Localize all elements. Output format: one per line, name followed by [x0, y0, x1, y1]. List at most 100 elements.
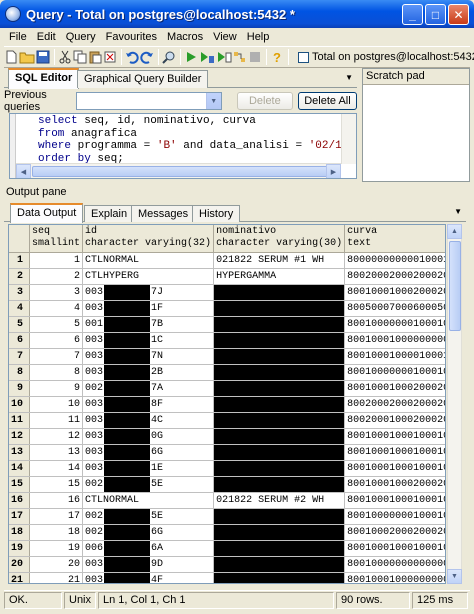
cell-nominativo-redacted[interactable] [213, 556, 346, 573]
delete-button[interactable]: Delete [236, 92, 293, 110]
cell-id[interactable]: 002 6G [82, 524, 215, 541]
table-row[interactable]: 10100038F800200020002000200020002 [9, 396, 445, 413]
cell-seq[interactable]: 9 [29, 380, 84, 397]
cell-id[interactable]: 003 0G [82, 428, 215, 445]
grid-scroll-thumb[interactable] [449, 241, 461, 331]
scroll-thumb[interactable] [32, 166, 332, 177]
cell-curva[interactable]: 800100010001000100010001 [344, 444, 445, 461]
menu-query[interactable]: Query [61, 31, 101, 43]
column-header-nominativo[interactable]: nominativo character varying(30) [213, 225, 346, 253]
table-row[interactable]: 15150025E800100010002000200020002 [9, 476, 445, 493]
cell-id[interactable]: 003 7J [82, 284, 215, 301]
row-number[interactable]: 1 [9, 252, 31, 269]
menu-help[interactable]: Help [242, 31, 275, 43]
table-row[interactable]: 16 16 CTLNORMAL 021822 SERUM #2 WH 800100010… [9, 492, 445, 509]
save-icon[interactable] [36, 48, 50, 66]
row-number[interactable]: 15 [9, 476, 31, 493]
cell-curva[interactable]: 800500070006000500040002 [344, 300, 445, 317]
editor-horizontal-scrollbar[interactable]: ◀ ▶ [16, 163, 341, 178]
scroll-up-icon[interactable]: ▲ [447, 224, 462, 239]
row-number[interactable]: 7 [9, 348, 31, 365]
cell-seq[interactable]: 8 [29, 364, 84, 381]
connection-checkbox[interactable] [298, 51, 309, 63]
copy-icon[interactable] [73, 48, 87, 66]
minimize-button[interactable]: _ [402, 4, 423, 25]
cell-id[interactable]: 003 9D [82, 556, 215, 573]
table-row[interactable]: 440031F800500070006000500040002 [9, 300, 445, 317]
row-number[interactable]: 10 [9, 396, 31, 413]
row-number[interactable]: 8 [9, 364, 31, 381]
cell-id[interactable]: 001 7B [82, 316, 215, 333]
cell-curva[interactable]: 800200010002000200030001 [344, 412, 445, 429]
cell-id[interactable]: 006 6A [82, 540, 215, 557]
cell-seq[interactable]: 2 [29, 268, 84, 285]
execute-to-file-icon[interactable] [216, 48, 232, 66]
scroll-left-icon[interactable]: ◀ [16, 164, 31, 178]
row-number[interactable]: 9 [9, 380, 31, 397]
row-number[interactable]: 6 [9, 332, 31, 349]
cell-curva[interactable]: 800100010000000000000000 [344, 332, 445, 349]
cell-nominativo-redacted[interactable] [213, 428, 346, 445]
editor-vertical-scrollbar[interactable] [341, 114, 356, 164]
table-row[interactable]: 550017B800100000001000100010001 [9, 316, 445, 333]
cell-nominativo-redacted[interactable] [213, 284, 346, 301]
tab-graphical-query-builder[interactable]: Graphical Query Builder [77, 70, 209, 88]
cell-seq[interactable]: 7 [29, 348, 84, 365]
cancel-icon[interactable] [248, 48, 262, 66]
cell-seq[interactable]: 20 [29, 556, 84, 573]
scratch-pad[interactable]: Scratch pad [362, 68, 470, 182]
cell-nominativo-redacted[interactable] [213, 524, 346, 541]
column-header-curva[interactable]: curva text [344, 225, 445, 253]
cell-curva[interactable]: 800100000001000100010001 [344, 508, 445, 525]
row-number[interactable]: 19 [9, 540, 31, 557]
menu-view[interactable]: View [208, 31, 242, 43]
cell-nominativo-redacted[interactable] [213, 508, 346, 525]
cell-nominativo-redacted[interactable] [213, 572, 346, 583]
cell-curva[interactable]: 800100010001000100010001 [344, 492, 445, 509]
row-number[interactable]: 12 [9, 428, 31, 445]
close-button[interactable]: ✕ [448, 4, 469, 25]
table-row[interactable]: 880032B800100000001000100010001 [9, 364, 445, 381]
execute-icon[interactable] [184, 48, 198, 66]
cell-seq[interactable]: 1 [29, 252, 84, 269]
cell-curva[interactable]: 800100000000000000000000 [344, 556, 445, 573]
cell-curva[interactable]: 800100000001000100010001 [344, 316, 445, 333]
table-row[interactable]: 20200039D800100000000000000000000 [9, 556, 445, 573]
connection-selector[interactable]: Total on postgres@localhost:5432 [298, 51, 474, 63]
row-number[interactable]: 11 [9, 412, 31, 429]
cell-id[interactable]: CTLHYPERG [82, 268, 215, 285]
cell-id[interactable]: 002 5E [82, 476, 215, 493]
menu-favourites[interactable]: Favourites [101, 31, 162, 43]
cell-seq[interactable]: 21 [29, 572, 84, 583]
sql-editor-textarea[interactable]: select seq, id, nominativo, curva from a… [9, 113, 357, 179]
chevron-down-icon[interactable]: ▼ [205, 93, 221, 109]
cell-curva[interactable]: 800100010000100010001000 [344, 348, 445, 365]
open-folder-icon[interactable] [19, 48, 35, 66]
cell-nominativo-redacted[interactable] [213, 460, 346, 477]
cell-id[interactable]: 003 4F [82, 572, 215, 583]
cell-curva[interactable]: 800000000000100010001000 [344, 252, 445, 269]
table-row[interactable]: 17170025E800100000001000100010001 [9, 508, 445, 525]
row-number[interactable]: 14 [9, 460, 31, 477]
table-row[interactable]: 1 1 CTLNORMAL 021822 SERUM #1 WH 80000000000… [9, 252, 445, 269]
row-number[interactable]: 4 [9, 300, 31, 317]
cell-seq[interactable]: 15 [29, 476, 84, 493]
row-number[interactable]: 5 [9, 316, 31, 333]
cell-curva[interactable]: 800100020002000200020002 [344, 524, 445, 541]
row-number[interactable]: 2 [9, 268, 31, 285]
redo-icon[interactable] [140, 48, 154, 66]
execute-pgscript-icon[interactable] [199, 48, 215, 66]
cell-seq[interactable]: 19 [29, 540, 84, 557]
maximize-button[interactable]: □ [425, 4, 446, 25]
cell-nominativo-redacted[interactable] [213, 380, 346, 397]
cell-id[interactable]: 003 8F [82, 396, 215, 413]
cell-curva[interactable]: 800100010002000200020002 [344, 476, 445, 493]
row-number[interactable]: 20 [9, 556, 31, 573]
cell-id[interactable]: 003 4C [82, 412, 215, 429]
pane-menu-arrow-icon[interactable]: ▼ [345, 73, 353, 82]
cell-curva[interactable]: 800100010000000000000000 [344, 572, 445, 583]
column-header-id[interactable]: id character varying(32) [82, 225, 215, 253]
cell-seq[interactable]: 12 [29, 428, 84, 445]
cell-nominativo-redacted[interactable] [213, 396, 346, 413]
data-output-grid[interactable]: seq smallint id character varying(32) nomi… [8, 224, 446, 584]
